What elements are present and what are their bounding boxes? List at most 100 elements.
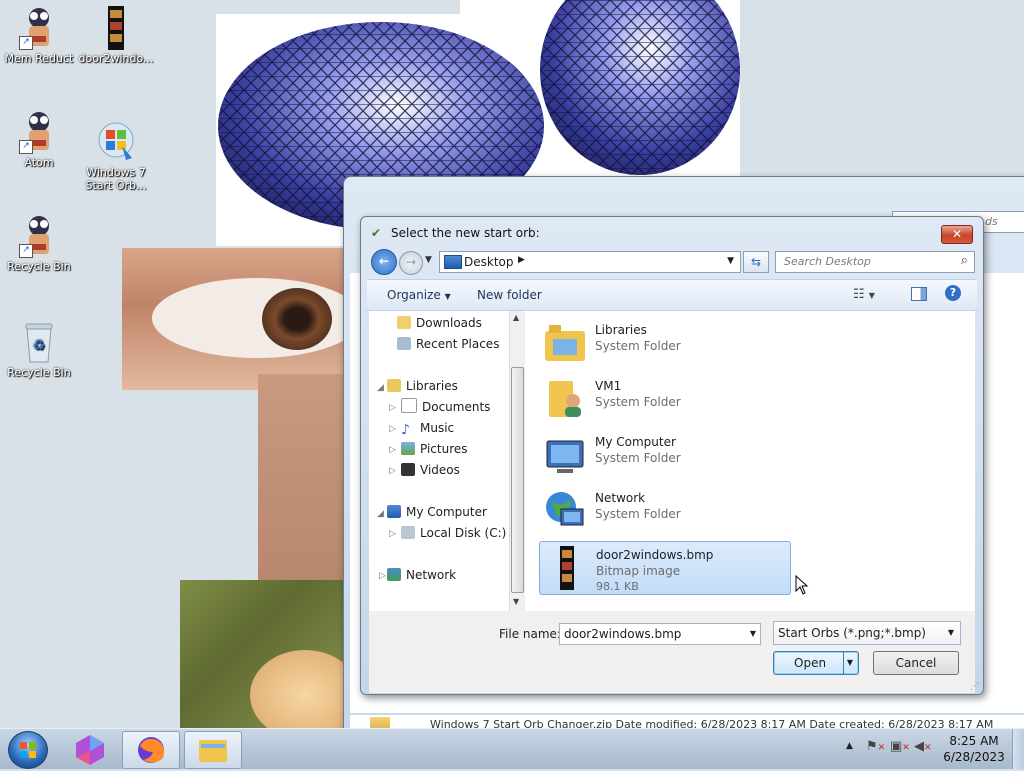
file-list: Libraries System Folder VM1 System Folde… [525,311,975,611]
resize-grip-icon[interactable]: ⋰ [970,682,979,692]
expand-arrow-icon[interactable]: ▷ [379,571,386,581]
network-globe-icon [543,489,587,533]
taskbar-app-firefox[interactable] [122,731,180,769]
show-desktop-button[interactable] [1012,729,1024,769]
bitmap-file-icon [544,546,588,590]
open-split-dropdown-icon[interactable]: ▼ [843,652,856,674]
desktop-icon-recycle-bin[interactable]: ♻ Recycle Bin [1,320,77,379]
scrollbar-thumb[interactable] [511,367,524,593]
taskbar-app-atom[interactable] [62,731,118,767]
open-file-dialog[interactable]: ✔ Select the new start orb: ✕ ← → ▼ Desk… [360,216,984,695]
volume-muted-icon[interactable]: ◀✕ [914,739,932,754]
dialog-close-button[interactable]: ✕ [941,225,973,244]
preview-pane-button[interactable] [911,287,927,301]
address-dropdown-icon[interactable]: ▼ [727,256,734,266]
show-hidden-icons-icon[interactable]: ▲ [846,741,853,751]
nav-downloads[interactable]: Downloads [397,314,482,332]
desktop-icon-windows7-start-orb[interactable]: Windows 7 Start Orb... [78,120,154,192]
nav-label: My Computer [406,505,487,519]
file-item-my-computer[interactable]: My Computer System Folder [539,429,789,481]
file-item-name: VM1 [595,379,622,393]
recent-pages-dropdown-icon[interactable]: ▼ [425,255,432,265]
nav-network[interactable]: Network [387,566,456,584]
expand-arrow-icon[interactable]: ▷ [389,403,396,413]
downloads-folder-icon [397,316,411,329]
nav-label: Libraries [406,379,458,393]
nav-my-computer[interactable]: My Computer [387,503,487,521]
address-bar[interactable]: Desktop ▶ ▼ [439,251,741,273]
search-box[interactable]: Search Desktop ⌕ [775,251,975,273]
scroll-up-icon[interactable]: ▲ [513,313,519,322]
scroll-down-icon[interactable]: ▼ [513,597,519,606]
organize-menu[interactable]: Organize ▼ [387,288,451,302]
dialog-app-icon: ✔ [371,226,382,240]
file-item-vm1[interactable]: VM1 System Folder [539,373,789,425]
file-name-dropdown-icon[interactable]: ▼ [750,624,756,644]
svg-text:♻: ♻ [33,338,46,354]
help-button[interactable]: ? [945,285,961,301]
expand-arrow-icon[interactable]: ▷ [389,445,396,455]
chevron-down-icon: ▼ [444,292,451,301]
file-name-value: door2windows.bmp [564,627,682,641]
collapse-arrow-icon[interactable]: ◢ [377,383,384,393]
desktop-icon-label: Recycle Bin [7,260,71,273]
start-button[interactable] [8,731,48,769]
expand-arrow-icon[interactable]: ▷ [389,466,396,476]
nav-local-disk[interactable]: Local Disk (C:) [401,524,506,542]
wallpaper-skin [258,374,348,584]
windows-logo-icon [20,742,36,758]
file-type-select[interactable]: Start Orbs (*.png;*.bmp) ▼ [773,621,961,645]
open-label: Open [794,656,827,670]
nav-libraries[interactable]: Libraries [387,377,458,395]
libraries-icon [387,379,401,392]
file-type-value: Start Orbs (*.png;*.bmp) [778,626,926,640]
nav-music[interactable]: ♪ Music [401,419,454,438]
action-center-icon[interactable]: ⚑✕ [866,739,885,754]
chevron-down-icon: ▼ [868,291,875,300]
wallpaper-eye [122,248,354,390]
network-status-icon[interactable]: ▣✕ [890,739,910,754]
navigation-pane: Downloads Recent Places ◢ Libraries ▷ Do… [369,311,525,611]
file-type-dropdown-icon: ▼ [947,628,954,637]
file-name-label: File name: [499,627,561,641]
change-view-button[interactable]: ☷ ▼ [853,287,875,302]
nav-videos[interactable]: Videos [401,461,460,479]
back-button[interactable]: ← [371,249,397,275]
file-item-door2windows-bmp[interactable]: door2windows.bmp Bitmap image 98.1 KB [539,541,791,595]
file-item-network[interactable]: Network System Folder [539,485,789,537]
refresh-button[interactable]: ⇆ [743,251,769,273]
nav-documents[interactable]: Documents [401,398,490,416]
nav-pictures[interactable]: Pictures [401,440,468,458]
breadcrumb-chevron-icon[interactable]: ▶ [518,255,525,265]
new-folder-button[interactable]: New folder [477,288,542,302]
dialog-title: Select the new start orb: [391,226,540,240]
desktop-icon-recycle-bin-shortcut[interactable]: ↗ Recycle Bin [1,214,77,273]
nav-label: Pictures [420,442,468,456]
clock[interactable]: 8:25 AM 6/28/2023 [942,733,1006,765]
dialog-footer: File name: door2windows.bmp ▼ Start Orbs… [369,611,975,693]
file-item-name: Network [595,491,646,505]
navigation-scrollbar[interactable]: ▲ ▼ [509,311,525,611]
nav-label: Recent Places [416,337,500,351]
desktop-icon-label: door2windo... [78,52,154,65]
taskbar-app-explorer[interactable] [184,731,242,769]
expand-arrow-icon[interactable]: ▷ [389,424,396,434]
file-item-libraries[interactable]: Libraries System Folder [539,317,789,369]
desktop-icon-label: Mem Reduct [4,52,74,65]
expand-arrow-icon[interactable]: ▷ [389,529,396,539]
wallpaper-sphere-right [540,0,740,175]
atom-icon: ↗ [19,110,59,154]
open-button[interactable]: Open ▼ [773,651,859,675]
collapse-arrow-icon[interactable]: ◢ [377,509,384,519]
desktop-icon-mem-reduct[interactable]: ↗ Mem Reduct [1,6,77,65]
shortcut-arrow-icon: ↗ [19,140,33,154]
desktop-icon-label: Recycle Bin [7,366,71,379]
nav-recent-places[interactable]: Recent Places [397,335,499,353]
desktop-icon-door2windows[interactable]: door2windo... [78,6,154,65]
file-name-input[interactable]: door2windows.bmp ▼ [559,623,761,645]
recent-places-icon [397,337,411,350]
cancel-button[interactable]: Cancel [873,651,959,675]
forward-button[interactable]: → [399,251,423,275]
help-icon: ? [949,286,957,299]
desktop-icon-atom[interactable]: ↗ Atom [1,110,77,169]
